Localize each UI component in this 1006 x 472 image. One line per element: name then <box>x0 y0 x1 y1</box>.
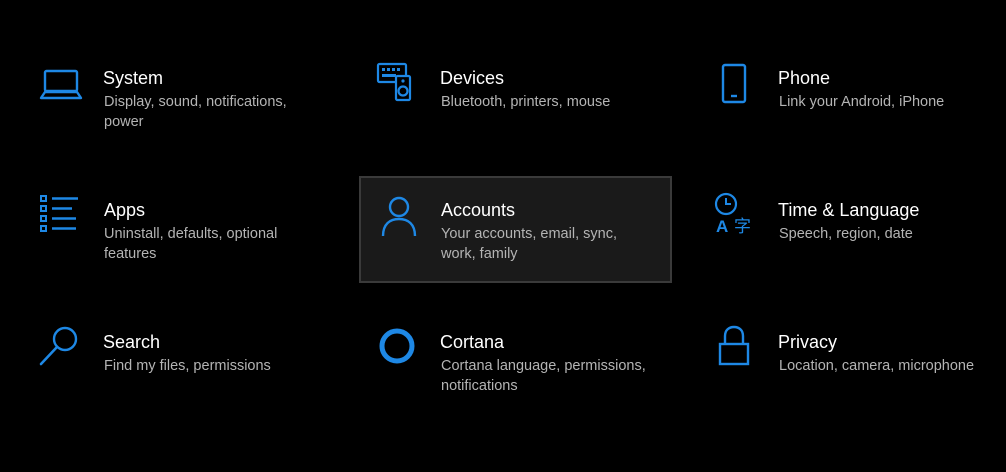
tile-title: Phone <box>778 68 831 88</box>
description-line: Speech, region, date <box>779 226 913 242</box>
tile-description: Display, sound, notifications, power <box>104 92 287 132</box>
description-line: power <box>104 114 144 130</box>
description-line: work, family <box>441 246 518 262</box>
tile-description: Speech, region, date <box>779 224 913 244</box>
description-line: Bluetooth, printers, mouse <box>441 94 611 110</box>
description-line: Find my files, permissions <box>104 358 271 374</box>
person-icon <box>377 194 421 238</box>
clock-language-icon: A字 <box>712 192 756 236</box>
description-line: Cortana language, permissions, <box>441 358 646 374</box>
tile-title: Privacy <box>778 332 838 352</box>
search-icon <box>38 324 82 368</box>
tile-system[interactable]: System Display, sound, notifications, po… <box>28 52 338 156</box>
tile-apps[interactable]: Apps Uninstall, defaults, optional featu… <box>28 178 338 282</box>
tile-description: Find my files, permissions <box>104 356 271 376</box>
tile-accounts[interactable]: Accounts Your accounts, email, sync, wor… <box>359 176 672 283</box>
tile-phone[interactable]: Phone Link your Android, iPhone <box>700 52 1000 156</box>
lock-icon <box>712 324 756 368</box>
svg-text:A: A <box>716 217 728 236</box>
svg-text:字: 字 <box>734 217 751 236</box>
keyboard-speaker-icon <box>374 60 418 104</box>
tile-title: Devices <box>440 68 505 88</box>
tile-description: Uninstall, defaults, optional features <box>104 224 277 264</box>
description-line: Link your Android, iPhone <box>779 94 945 110</box>
tile-title: Cortana <box>440 332 505 352</box>
tile-description: Bluetooth, printers, mouse <box>441 92 610 112</box>
tile-search[interactable]: Search Find my files, permissions <box>28 310 338 414</box>
tile-devices[interactable]: Devices Bluetooth, printers, mouse <box>364 52 670 156</box>
cortana-ring-icon <box>375 324 419 368</box>
tile-time-language[interactable]: A字 Time & Language Speech, region, date <box>700 178 1000 282</box>
tile-cortana[interactable]: Cortana Cortana language, permissions, n… <box>364 310 670 414</box>
tile-description: Cortana language, permissions, notificat… <box>441 356 646 396</box>
tile-description: Your accounts, email, sync, work, family <box>441 224 617 264</box>
tile-title: System <box>103 68 164 88</box>
tile-title: Time & Language <box>778 200 920 220</box>
description-line: Display, sound, notifications, <box>104 94 287 110</box>
description-line: features <box>104 246 157 262</box>
tile-description: Link your Android, iPhone <box>779 92 944 112</box>
tile-privacy[interactable]: Privacy Location, camera, microphone <box>700 310 1000 414</box>
tile-description: Location, camera, microphone <box>779 356 974 376</box>
description-line: Location, camera, microphone <box>779 358 975 374</box>
description-line: Uninstall, defaults, optional <box>104 226 278 242</box>
laptop-icon <box>39 62 83 106</box>
tile-title: Search <box>103 332 161 352</box>
phone-icon <box>712 62 756 106</box>
tile-title: Apps <box>104 200 146 220</box>
description-line: Your accounts, email, sync, <box>441 226 617 242</box>
tile-title: Accounts <box>441 200 516 220</box>
description-line: notifications <box>441 378 518 394</box>
list-icon <box>38 192 82 236</box>
